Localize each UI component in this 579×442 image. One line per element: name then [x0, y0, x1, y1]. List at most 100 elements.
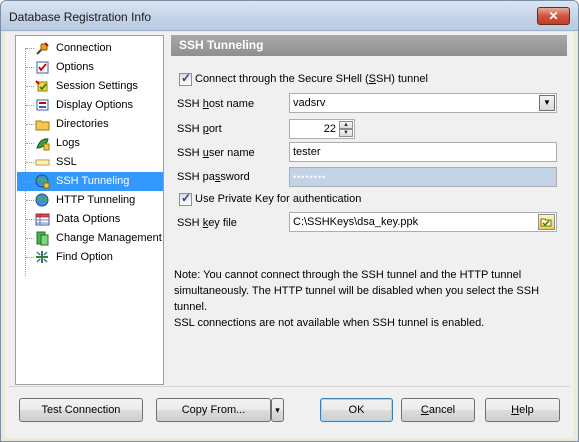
checklist-icon	[36, 61, 49, 74]
ssh-user-field[interactable]: tester	[289, 142, 557, 162]
copy-from-button[interactable]: Copy From...	[156, 398, 271, 422]
chevron-down-icon[interactable]: ▼	[539, 95, 555, 111]
sidebar-item-ssl[interactable]: SSL	[17, 153, 163, 172]
window-title: Database Registration Info	[9, 10, 152, 24]
tree-branch	[26, 86, 34, 87]
label-text: SSH	[177, 147, 203, 159]
sidebar-item-label: Find Option	[56, 251, 113, 263]
tree-branch	[26, 219, 34, 220]
label-text: ost name	[208, 98, 255, 110]
test-connection-button[interactable]: Test Connection	[19, 398, 143, 422]
tree-branch	[26, 67, 34, 68]
note-line: SSL connections are not available when S…	[174, 317, 485, 329]
sidebar-item-label: Change Management	[56, 232, 162, 244]
label-text: elp	[519, 404, 534, 416]
note-text: Note: You cannot connect through the SSH…	[174, 267, 559, 331]
connect-ssh-label[interactable]: Connect through the Secure SHell (SSH) t…	[195, 73, 428, 85]
label-text: ort	[208, 123, 222, 135]
tree-branch	[26, 48, 34, 49]
cancel-button[interactable]: Cancel	[401, 398, 475, 422]
sidebar-item-label: SSH Tunneling	[56, 175, 130, 187]
sidebar-item-label: Logs	[56, 137, 80, 149]
ssh-port-label: SSH port	[177, 123, 222, 135]
label-text: Connect through the Secure SHell (	[195, 73, 369, 85]
spin-down-icon[interactable]: ▼	[339, 129, 353, 137]
tree-branch	[26, 162, 34, 163]
label-text: SSH pa	[177, 171, 215, 183]
note-line: Note: You cannot connect through the SSH…	[174, 269, 540, 313]
tree-branch	[26, 200, 34, 201]
ssh-user-label: SSH user name	[177, 147, 255, 159]
ssh-port-stepper[interactable]: 22 ▲ ▼	[289, 119, 355, 139]
settings-tree: Connection Options Session Settings Disp…	[15, 35, 164, 385]
sidebar-item-session-settings[interactable]: Session Settings	[17, 77, 163, 96]
table-icon	[35, 213, 50, 226]
sidebar-item-find-option[interactable]: Find Option	[17, 248, 163, 267]
sidebar-item-logs[interactable]: Logs	[17, 134, 163, 153]
sidebar-item-directories[interactable]: Directories	[17, 115, 163, 134]
tree-branch	[26, 181, 34, 182]
change-icon	[36, 231, 49, 246]
tree-branch	[26, 124, 34, 125]
ssh-key-file-field[interactable]: C:\SSHKeys\dsa_key.ppk	[289, 212, 557, 232]
sidebar-item-label: Display Options	[56, 99, 134, 111]
folder-icon	[35, 120, 50, 131]
sidebar-item-label: Connection	[56, 42, 112, 54]
help-button[interactable]: Help	[485, 398, 560, 422]
spin-up-icon[interactable]: ▲	[339, 121, 353, 129]
session-icon	[35, 80, 48, 92]
open-folder-icon	[540, 218, 552, 227]
sidebar-item-label: Data Options	[56, 213, 121, 225]
sidebar-item-label: HTTP Tunneling	[56, 194, 136, 206]
label-text: SSH	[177, 123, 203, 135]
ssh-key-file-value: C:\SSHKeys\dsa_key.ppk	[293, 216, 419, 228]
sidebar-item-connection[interactable]: Connection	[17, 39, 163, 58]
label-text: SH) tunnel	[376, 73, 428, 85]
sidebar-item-data-options[interactable]: Data Options	[17, 210, 163, 229]
ssh-host-label: SSH host name	[177, 98, 254, 110]
close-button[interactable]: ✕	[537, 7, 570, 25]
label-text: ey file	[208, 217, 237, 229]
use-private-key-label[interactable]: Use Private Key for authentication	[195, 193, 361, 205]
sidebar-item-ssh-tunneling[interactable]: SSH Tunneling	[17, 172, 163, 191]
label-text: ser name	[208, 147, 255, 159]
sidebar-item-http-tunneling[interactable]: HTTP Tunneling	[17, 191, 163, 210]
sidebar-item-label: Session Settings	[56, 80, 138, 92]
ssh-password-field[interactable]: ••••••••	[289, 167, 557, 187]
label-text: SSH	[177, 98, 203, 110]
ssl-icon	[35, 159, 50, 166]
ssh-password-label: SSH password	[177, 171, 250, 183]
sidebar-item-display-options[interactable]: Display Options	[17, 96, 163, 115]
find-icon	[36, 251, 48, 263]
dialog-window: Database Registration Info ✕ Connection	[0, 0, 579, 442]
label-text: SSH	[177, 217, 203, 229]
title-bar[interactable]: Database Registration Info ✕	[1, 1, 578, 31]
ssh-globe-icon	[35, 174, 50, 189]
label-accelerator: S	[368, 73, 376, 85]
sidebar-item-label: SSL	[56, 156, 77, 168]
dialog-client-area: Connection Options Session Settings Disp…	[5, 32, 574, 438]
browse-folder-icon[interactable]	[538, 214, 555, 230]
label-accelerator: C	[420, 404, 429, 416]
sidebar-item-change-management[interactable]: Change Management	[17, 229, 163, 248]
ssh-key-file-label: SSH key file	[177, 217, 237, 229]
sidebar-item-label: Options	[56, 61, 94, 73]
divider	[9, 386, 570, 387]
connect-ssh-checkbox[interactable]	[179, 71, 192, 86]
plug-icon	[36, 42, 49, 55]
tree-branch	[26, 238, 34, 239]
sidebar-item-label: Directories	[56, 118, 109, 130]
http-globe-icon	[35, 193, 49, 207]
ok-button[interactable]: OK	[320, 398, 393, 422]
sidebar-item-options[interactable]: Options	[17, 58, 163, 77]
copy-from-dropdown-button[interactable]: ▾	[271, 398, 284, 422]
tree-branch	[26, 105, 34, 106]
label-text: sword	[220, 171, 250, 183]
panel-header: SSH Tunneling	[171, 35, 567, 56]
label-text: ancel	[428, 404, 456, 416]
tree-branch	[26, 143, 34, 144]
ssh-host-combobox[interactable]: vadsrv ▼	[289, 93, 557, 113]
display-icon	[36, 99, 49, 111]
use-private-key-checkbox[interactable]	[179, 191, 192, 206]
log-icon	[36, 138, 50, 151]
